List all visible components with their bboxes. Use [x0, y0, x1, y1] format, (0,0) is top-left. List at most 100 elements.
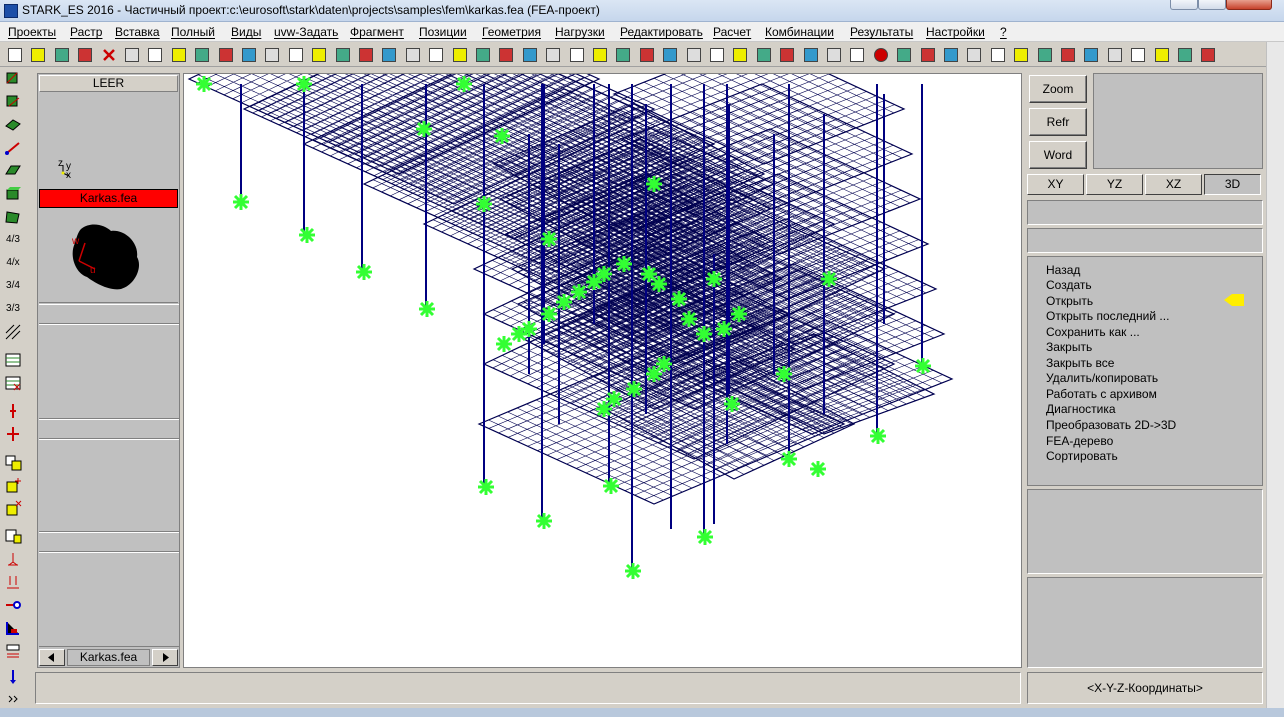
- save-icon[interactable]: [53, 46, 71, 64]
- tool-m3-icon[interactable]: [4, 499, 22, 517]
- paste-icon[interactable]: [802, 46, 820, 64]
- tool-support2-icon[interactable]: [4, 573, 22, 591]
- file-menu-item[interactable]: Назад: [1046, 263, 1080, 277]
- file-menu-item[interactable]: Открыть последний ...: [1046, 309, 1169, 323]
- lt-label-3[interactable]: 3/4: [4, 277, 22, 295]
- file-menu-item[interactable]: Закрыть: [1046, 340, 1092, 354]
- table-icon[interactable]: [404, 46, 422, 64]
- layers-icon[interactable]: [544, 46, 562, 64]
- undo-icon[interactable]: [474, 46, 492, 64]
- grid-icon[interactable]: [287, 46, 305, 64]
- new-icon[interactable]: [661, 46, 679, 64]
- properties-icon[interactable]: [1176, 46, 1194, 64]
- tool-more-icon[interactable]: [4, 690, 22, 708]
- file-menu-item[interactable]: Создать: [1046, 278, 1092, 292]
- nav-section-4[interactable]: [39, 439, 179, 532]
- menu-item-combinations[interactable]: Комбинации: [765, 25, 834, 39]
- menu-item-views[interactable]: Виды: [231, 25, 261, 39]
- tool-3d-node-icon[interactable]: [4, 70, 22, 88]
- delete-icon[interactable]: [755, 46, 773, 64]
- mesh-icon[interactable]: [380, 46, 398, 64]
- zoom-icon[interactable]: [193, 46, 211, 64]
- view-3d-button[interactable]: 3D: [1204, 174, 1261, 195]
- diagram-icon[interactable]: [638, 46, 656, 64]
- pan-icon[interactable]: [263, 46, 281, 64]
- tool-column-cross-icon[interactable]: [4, 425, 22, 443]
- zoom-icon[interactable]: [848, 46, 866, 64]
- flash-icon[interactable]: [1106, 46, 1124, 64]
- tool-m2-icon[interactable]: [4, 476, 22, 494]
- view-xy-button[interactable]: XY: [1027, 174, 1084, 195]
- calc-icon[interactable]: [568, 46, 586, 64]
- tool-solid-icon[interactable]: [4, 185, 22, 203]
- save-as-icon[interactable]: [76, 46, 94, 64]
- zoom-in-icon[interactable]: [217, 46, 235, 64]
- minimize-button[interactable]: [1170, 0, 1198, 10]
- lt-label-1[interactable]: 4/3: [4, 231, 22, 249]
- nav-section-2[interactable]: [39, 324, 179, 419]
- grid-icon[interactable]: [942, 46, 960, 64]
- element-icon[interactable]: [357, 46, 375, 64]
- tool-3d-plate-icon[interactable]: [4, 116, 22, 134]
- redo-icon[interactable]: [1153, 46, 1171, 64]
- nav-section-6[interactable]: [39, 552, 179, 647]
- open-icon[interactable]: [29, 46, 47, 64]
- file-menu-item[interactable]: Удалить/копировать: [1046, 371, 1158, 385]
- tool-beam-icon[interactable]: [4, 139, 22, 157]
- properties-icon[interactable]: [521, 46, 539, 64]
- tool-grid-del-icon[interactable]: [4, 374, 22, 392]
- snap-icon[interactable]: [310, 46, 328, 64]
- model-canvas[interactable]: [183, 73, 1022, 668]
- select-window-icon[interactable]: [170, 46, 188, 64]
- flash-icon[interactable]: [451, 46, 469, 64]
- paste-icon[interactable]: [146, 46, 164, 64]
- menu-item-loads[interactable]: Нагрузки: [555, 25, 605, 39]
- file-menu-item[interactable]: Сортировать: [1046, 449, 1118, 463]
- select-window-icon[interactable]: [825, 46, 843, 64]
- open-icon[interactable]: [685, 46, 703, 64]
- menu-item-uvw[interactable]: uvw-Задать: [274, 25, 338, 39]
- nav-next-button[interactable]: [152, 649, 178, 666]
- tool-load-icon[interactable]: [4, 619, 22, 637]
- menu-item-help[interactable]: ?: [1000, 25, 1007, 39]
- save-as-icon[interactable]: [731, 46, 749, 64]
- node-icon[interactable]: [334, 46, 352, 64]
- delete-icon[interactable]: [100, 46, 118, 64]
- maximize-button[interactable]: [1198, 0, 1226, 10]
- tool-region-icon[interactable]: [4, 208, 22, 226]
- nav-file-name[interactable]: Karkas.fea: [67, 649, 150, 666]
- pan-icon[interactable]: [919, 46, 937, 64]
- menu-item-results[interactable]: Результаты: [850, 25, 913, 39]
- tool-table-icon[interactable]: [4, 527, 22, 545]
- menu-item-positions[interactable]: Позиции: [419, 25, 467, 39]
- zoom-in-icon[interactable]: [872, 46, 890, 64]
- node-icon[interactable]: [989, 46, 1007, 64]
- layers-icon[interactable]: [1199, 46, 1217, 64]
- model-thumbnail[interactable]: w u: [39, 209, 178, 303]
- menu-item-fragment[interactable]: Фрагмент: [350, 25, 404, 39]
- tool-arrow-down-icon[interactable]: [4, 668, 22, 686]
- word-button[interactable]: Word: [1029, 141, 1087, 169]
- file-menu-item[interactable]: Закрыть все: [1046, 356, 1114, 370]
- snap-icon[interactable]: [965, 46, 983, 64]
- tool-3d-line-icon[interactable]: [4, 93, 22, 111]
- refresh-button[interactable]: Refr: [1029, 108, 1087, 136]
- lt-label-2[interactable]: 4/x: [4, 254, 22, 272]
- check-icon[interactable]: [1082, 46, 1100, 64]
- active-file-label[interactable]: Karkas.fea: [39, 189, 178, 208]
- file-menu-item[interactable]: Преобразовать 2D->3D: [1046, 418, 1176, 432]
- tool-column-icon[interactable]: [4, 402, 22, 420]
- menu-item-insert[interactable]: Вставка: [115, 25, 160, 39]
- redo-icon[interactable]: [497, 46, 515, 64]
- table-icon[interactable]: [1059, 46, 1077, 64]
- save-icon[interactable]: [708, 46, 726, 64]
- menu-item-settings[interactable]: Настройки: [926, 25, 985, 39]
- tool-hinge-icon[interactable]: [4, 596, 22, 614]
- nav-prev-button[interactable]: [39, 649, 65, 666]
- menu-item-edit[interactable]: Редактировать: [620, 25, 703, 39]
- zoom-out-icon[interactable]: [895, 46, 913, 64]
- tool-load2-icon[interactable]: [4, 642, 22, 660]
- mesh-icon[interactable]: [1036, 46, 1054, 64]
- view-xz-button[interactable]: XZ: [1145, 174, 1202, 195]
- file-menu-item[interactable]: Сохранить как ...: [1046, 325, 1140, 339]
